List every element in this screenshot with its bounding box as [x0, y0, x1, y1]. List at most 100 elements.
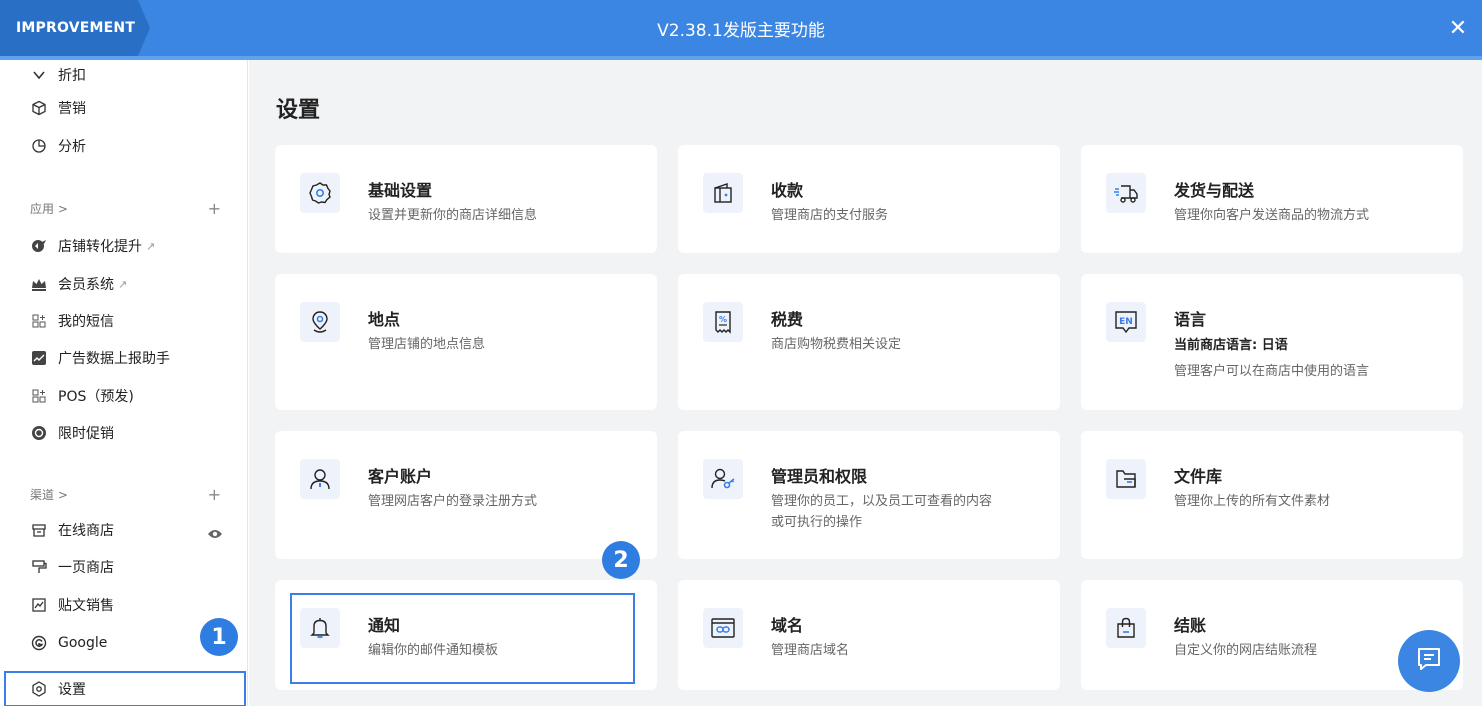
timer-icon	[30, 424, 48, 442]
sidebar-item-pos[interactable]: POS（预发)	[30, 381, 134, 411]
wallet-icon	[703, 173, 743, 213]
sidebar-item-google[interactable]: Google	[30, 628, 107, 658]
svg-text:%: %	[719, 315, 727, 324]
chevron-down-icon	[30, 66, 48, 84]
card-title: 发货与配送	[1174, 181, 1255, 200]
google-icon	[30, 634, 48, 652]
card-description: 管理你上传的所有文件素材	[1174, 494, 1331, 509]
card-shipping[interactable]: 发货与配送 管理你向客户发送商品的物流方式	[1081, 145, 1463, 253]
sidebar-item-sms[interactable]: 我的短信	[30, 306, 114, 336]
card-title: 语言	[1174, 310, 1207, 329]
sidebar: 折扣 营销 分析 应用 > + 店铺转化提升 ↗ 会员系统 ↗ 我的短信 广告数…	[0, 60, 248, 706]
apps-section-header[interactable]: 应用 > +	[30, 196, 221, 220]
cube-icon	[30, 99, 48, 117]
sidebar-item-label: 限时促销	[58, 426, 114, 442]
shopping-bag-icon	[1106, 608, 1146, 648]
folder-icon	[1106, 459, 1146, 499]
sidebar-item-flash-sale[interactable]: 限时促销	[30, 418, 114, 448]
card-description: 管理网店客户的登录注册方式	[368, 494, 538, 509]
truck-icon	[1106, 173, 1146, 213]
current-language: 当前商店语言: 日语	[1174, 338, 1288, 353]
crown-icon	[30, 275, 48, 293]
card-title: 收款	[771, 181, 804, 200]
card-customer-accounts[interactable]: 客户账户 管理网店客户的登录注册方式	[275, 431, 657, 559]
card-title: 结账	[1174, 616, 1207, 635]
sidebar-item-label: 设置	[58, 682, 86, 698]
tax-receipt-icon: %	[703, 302, 743, 342]
card-title: 文件库	[1174, 467, 1223, 486]
banner-title: V2.38.1发版主要功能	[657, 20, 825, 41]
card-description: 设置并更新你的商店详细信息	[368, 208, 538, 223]
external-link-icon: ↗	[146, 239, 156, 253]
sidebar-item-conversion[interactable]: 店铺转化提升 ↗	[30, 231, 155, 261]
card-title: 客户账户	[368, 467, 433, 486]
card-admin-permissions[interactable]: 管理员和权限 管理你的员工，以及员工可查看的内容或可执行的操作	[678, 431, 1060, 559]
conversion-app-icon	[30, 237, 48, 255]
sidebar-item-label: 贴文销售	[58, 598, 114, 614]
paint-roller-icon	[30, 558, 48, 576]
sidebar-item-settings[interactable]: 设置	[30, 674, 86, 704]
sidebar-item-post-sales[interactable]: 贴文销售	[30, 590, 114, 620]
channels-section-label[interactable]: 渠道 >	[30, 486, 68, 503]
step-badge-1: 1	[200, 618, 238, 656]
channels-section-header[interactable]: 渠道 > +	[30, 482, 221, 506]
gear-icon	[300, 173, 340, 213]
card-title: 基础设置	[368, 181, 433, 200]
domain-link-icon	[703, 608, 743, 648]
card-description: 管理商店域名	[771, 643, 850, 658]
sidebar-item-analytics[interactable]: 分析	[30, 131, 86, 161]
card-title: 地点	[368, 310, 401, 329]
card-basic-settings[interactable]: 基础设置 设置并更新你的商店详细信息	[275, 145, 657, 253]
sidebar-item-discount[interactable]: 折扣	[30, 60, 86, 90]
notifications-highlight	[290, 593, 635, 684]
page-title: 设置	[276, 98, 321, 123]
store-icon	[30, 521, 48, 539]
sidebar-item-label: 在线商店	[58, 523, 114, 539]
post-sale-icon	[30, 596, 48, 614]
sidebar-item-label: 营销	[58, 101, 86, 117]
sidebar-item-label: 会员系统	[58, 277, 114, 293]
add-app-button[interactable]: +	[208, 199, 221, 218]
add-channel-button[interactable]: +	[208, 485, 221, 504]
step-badge-2: 2	[602, 541, 640, 579]
card-locations[interactable]: 地点 管理店铺的地点信息	[275, 274, 657, 410]
sidebar-item-label: 一页商店	[58, 560, 114, 576]
sidebar-item-online-store[interactable]: 在线商店	[30, 515, 230, 545]
card-domains[interactable]: 域名 管理商店域名	[678, 580, 1060, 690]
main-content: 设置 基础设置 设置并更新你的商店详细信息 收款 管理商店的支付服务 发货与配送…	[249, 60, 1482, 706]
eye-icon[interactable]	[207, 525, 223, 538]
card-description: 管理客户可以在商店中使用的语言	[1174, 364, 1370, 379]
sidebar-item-label: POS（预发)	[58, 389, 134, 405]
top-banner: V2.38.1发版主要功能 IMPROVEMENT ✕	[0, 0, 1482, 56]
card-taxes[interactable]: % 税费 商店购物税费相关设定	[678, 274, 1060, 410]
sidebar-item-one-page-store[interactable]: 一页商店	[30, 552, 114, 582]
language-icon: EN	[1106, 302, 1146, 342]
sidebar-item-label: 店铺转化提升	[58, 239, 142, 255]
sidebar-item-label: 折扣	[58, 68, 86, 84]
card-description: 管理商店的支付服务	[771, 208, 889, 223]
card-description: 管理店铺的地点信息	[368, 337, 486, 352]
ads-report-icon	[30, 349, 48, 367]
customer-icon	[300, 459, 340, 499]
sidebar-item-membership[interactable]: 会员系统 ↗	[30, 269, 127, 299]
close-button[interactable]: ✕	[1444, 14, 1472, 42]
pos-grid-icon	[30, 387, 48, 405]
apps-section-label[interactable]: 应用 >	[30, 200, 68, 217]
card-description: 管理你向客户发送商品的物流方式	[1174, 208, 1370, 223]
sidebar-item-label: 我的短信	[58, 314, 114, 330]
improvement-tag: IMPROVEMENT	[0, 0, 150, 56]
card-payments[interactable]: 收款 管理商店的支付服务	[678, 145, 1060, 253]
language-icon-text: EN	[1119, 317, 1133, 327]
sidebar-item-label: 分析	[58, 139, 86, 155]
card-title: 管理员和权限	[771, 467, 868, 486]
location-pin-icon	[300, 302, 340, 342]
card-file-library[interactable]: 文件库 管理你上传的所有文件素材	[1081, 431, 1463, 559]
sidebar-item-label: 广告数据上报助手	[58, 351, 170, 367]
sidebar-item-ads-report[interactable]: 广告数据上报助手	[30, 343, 170, 373]
sidebar-item-marketing[interactable]: 营销	[30, 93, 86, 123]
card-title: 税费	[771, 310, 804, 329]
chat-button[interactable]	[1398, 630, 1460, 692]
card-language[interactable]: EN 语言 当前商店语言: 日语 管理客户可以在商店中使用的语言	[1081, 274, 1463, 410]
chat-icon	[1416, 646, 1442, 676]
card-description: 管理你的员工，以及员工可查看的内容或可执行的操作	[771, 494, 993, 530]
